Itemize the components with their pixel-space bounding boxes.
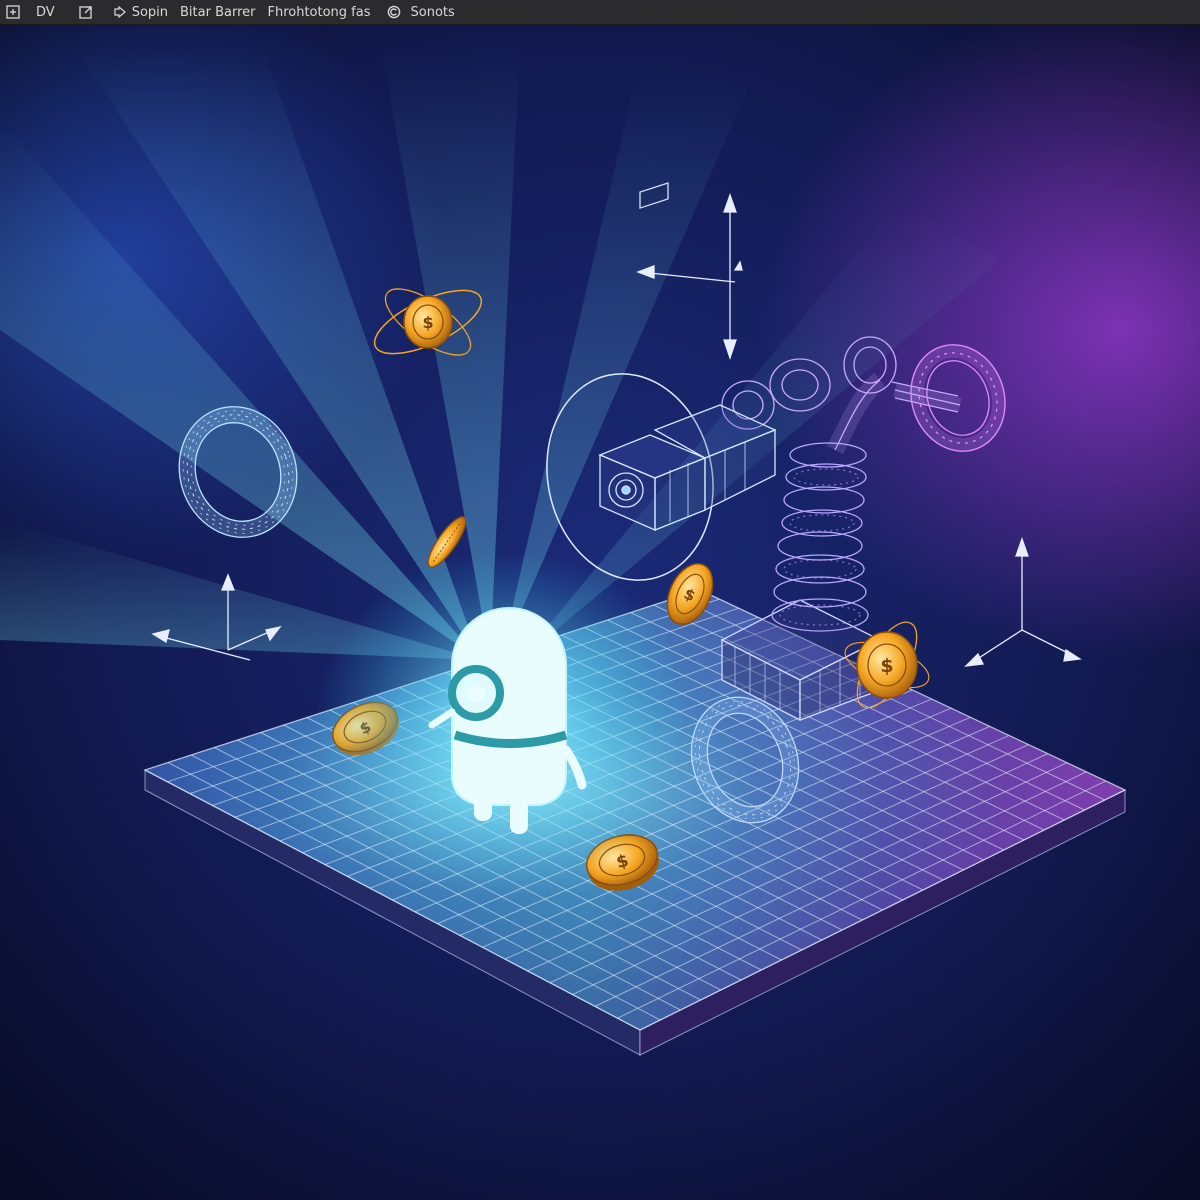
sonots-menu[interactable]: Sonots bbox=[377, 0, 461, 25]
script-label: Sopin bbox=[131, 4, 168, 20]
add-node-button[interactable] bbox=[0, 0, 26, 25]
fhrohtotong-menu[interactable]: Fhrohtotong fas bbox=[261, 0, 376, 25]
svg-text:$: $ bbox=[880, 655, 893, 677]
script-menu[interactable]: Sopin bbox=[99, 0, 174, 25]
export-button[interactable] bbox=[61, 0, 99, 25]
copyright-icon bbox=[387, 5, 400, 19]
sonots-label: Sonots bbox=[410, 4, 455, 20]
dv-label: DV bbox=[36, 4, 55, 20]
fhrohtotong-label: Fhrohtotong fas bbox=[267, 4, 371, 20]
svg-text:$: $ bbox=[422, 313, 433, 332]
scene-viewport[interactable]: $ $ $ $ bbox=[0, 25, 1200, 1200]
scene-canvas[interactable]: $ $ $ $ bbox=[0, 25, 1200, 1200]
bitar-barrer-menu[interactable]: Bitar Barrer bbox=[174, 0, 261, 25]
game-editor: DV Sopin Bitar Barrer Fhrohtotong fas So… bbox=[0, 0, 1200, 1200]
dv-menu[interactable]: DV bbox=[26, 0, 61, 25]
add-node-icon bbox=[6, 5, 20, 19]
character-leg-right bbox=[510, 800, 528, 834]
character-leg-left bbox=[474, 795, 492, 821]
editor-toolbar: DV Sopin Bitar Barrer Fhrohtotong fas So… bbox=[0, 0, 1200, 25]
export-icon bbox=[79, 6, 92, 19]
bitar-barrer-label: Bitar Barrer bbox=[180, 4, 256, 20]
script-icon bbox=[114, 5, 126, 19]
